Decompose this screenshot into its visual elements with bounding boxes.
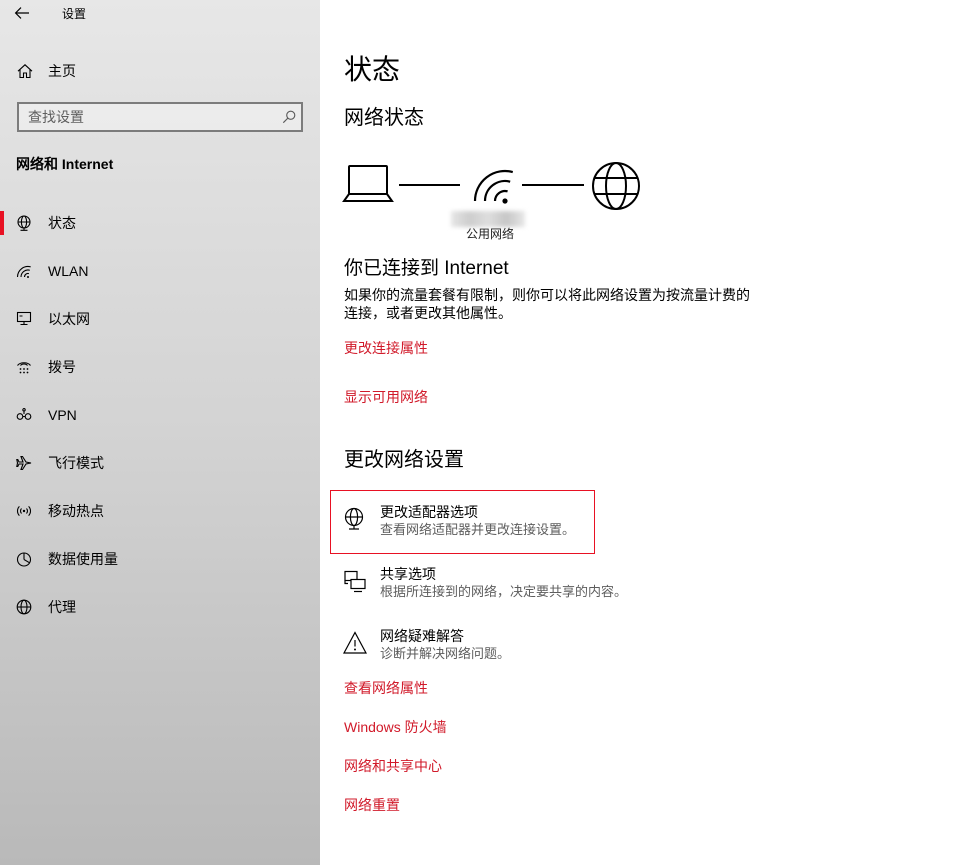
view-network-properties-link[interactable]: 查看网络属性: [344, 678, 428, 698]
search-box[interactable]: [17, 102, 303, 132]
warning-icon: [342, 631, 368, 654]
search-icon[interactable]: [282, 110, 296, 124]
active-indicator: [0, 211, 4, 235]
sidebar-item-label: 数据使用量: [48, 551, 118, 567]
setting-item-title: 共享选项: [380, 566, 436, 582]
vpn-icon: [16, 408, 32, 420]
sidebar-item-data-usage[interactable]: 数据使用量: [0, 535, 320, 583]
section-title: 网络和 Internet: [16, 156, 114, 172]
network-reset-link[interactable]: 网络重置: [344, 795, 400, 815]
sidebar-item-label: 以太网: [48, 311, 90, 327]
sidebar-item-label: 代理: [48, 599, 76, 615]
setting-item-subtitle: 诊断并解决网络问题。: [380, 646, 511, 661]
settings-window: 设置 主页 网络和 Internet 状态: [0, 0, 955, 865]
adapter-options-icon: [344, 507, 364, 530]
laptop-icon: [342, 165, 394, 202]
sidebar-item-label: VPN: [48, 407, 77, 423]
back-arrow-icon: [14, 7, 29, 19]
sidebar-item-wlan[interactable]: WLAN: [0, 247, 320, 295]
wifi-signal-icon: [473, 169, 514, 204]
sidebar-item-airplane-mode[interactable]: 飞行模式: [0, 439, 320, 487]
page-title: 状态: [344, 54, 401, 85]
network-type-label: 公用网络: [466, 227, 515, 241]
network-status-icon: [17, 215, 31, 231]
network-sharing-center-link[interactable]: 网络和共享中心: [344, 756, 442, 776]
sidebar-item-label: 状态: [48, 215, 76, 231]
sidebar-item-label: 飞行模式: [48, 455, 104, 471]
show-available-networks-link[interactable]: 显示可用网络: [344, 387, 428, 407]
setting-item-subtitle: 根据所连接到的网络，决定要共享的内容。: [380, 584, 628, 599]
sidebar-item-label: WLAN: [48, 263, 89, 279]
setting-item-network-troubleshooter[interactable]: 网络疑难解答 诊断并解决网络问题。: [330, 614, 595, 678]
proxy-globe-icon: [16, 599, 32, 615]
network-name-redacted: [451, 211, 525, 227]
sidebar-item-label: 拨号: [48, 359, 76, 375]
data-usage-icon: [16, 552, 32, 567]
connection-status-heading: 你已连接到 Internet: [344, 258, 509, 279]
sidebar: 设置 主页 网络和 Internet 状态: [0, 0, 320, 865]
internet-globe-icon: [592, 162, 640, 210]
main-content: 状态 网络状态 公用网络 你已连接到 Internet 如果你的流量套餐有限制，…: [320, 0, 955, 865]
setting-item-subtitle: 查看网络适配器并更改连接设置。: [380, 522, 576, 537]
back-button[interactable]: [8, 0, 36, 27]
ethernet-icon: [16, 311, 32, 326]
sidebar-item-ethernet[interactable]: 以太网: [0, 295, 320, 343]
setting-item-adapter-options[interactable]: 更改适配器选项 查看网络适配器并更改连接设置。: [330, 490, 595, 554]
sidebar-item-label: 移动热点: [48, 503, 104, 519]
connection-description: 如果你的流量套餐有限制，则你可以将此网络设置为按流量计费的: [344, 287, 750, 303]
wifi-icon: [16, 265, 31, 278]
setting-item-title: 网络疑难解答: [380, 628, 464, 644]
sidebar-item-home[interactable]: 主页: [0, 51, 320, 91]
change-connection-properties-link[interactable]: 更改连接属性: [344, 338, 428, 358]
mobile-hotspot-icon: [17, 506, 31, 516]
sidebar-item-proxy[interactable]: 代理: [0, 583, 320, 631]
sidebar-item-dialup[interactable]: 拨号: [0, 343, 320, 391]
change-network-settings-heading: 更改网络设置: [344, 449, 464, 471]
setting-item-sharing-options[interactable]: 共享选项 根据所连接到的网络，决定要共享的内容。: [330, 552, 627, 616]
airplane-icon: [16, 455, 32, 471]
connection-description: 连接，或者更改其他属性。: [344, 305, 512, 321]
sharing-options-icon: [344, 570, 366, 593]
dialup-icon: [17, 362, 31, 374]
sidebar-item-status[interactable]: 状态: [0, 199, 320, 247]
windows-firewall-link[interactable]: Windows 防火墙: [344, 717, 447, 737]
search-input[interactable]: [28, 104, 273, 130]
network-status-heading: 网络状态: [344, 107, 424, 129]
sidebar-item-vpn[interactable]: VPN: [0, 391, 320, 439]
home-icon: [17, 64, 33, 79]
home-label: 主页: [48, 63, 76, 79]
setting-item-title: 更改适配器选项: [380, 504, 478, 520]
app-title: 设置: [62, 7, 87, 21]
sidebar-item-mobile-hotspot[interactable]: 移动热点: [0, 487, 320, 535]
